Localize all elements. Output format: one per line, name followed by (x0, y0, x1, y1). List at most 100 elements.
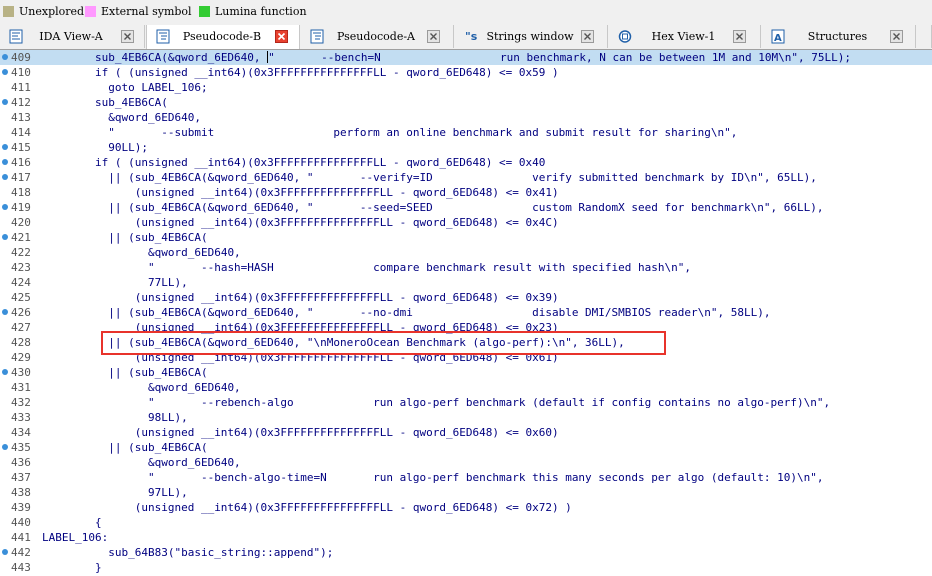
code-line[interactable]: 417 || (sub_4EB6CA(&qword_6ED640, " --ve… (0, 170, 932, 185)
code-text: &qword_6ED640, (42, 455, 241, 470)
breakpoint-dot-icon[interactable] (2, 204, 8, 210)
close-icon[interactable] (427, 30, 440, 43)
code-content: " --submit perform an online benchmark a… (108, 126, 738, 139)
code-line[interactable]: 423 " --hash=HASH compare benchmark resu… (0, 260, 932, 275)
code-line[interactable]: 431 &qword_6ED640, (0, 380, 932, 395)
breakpoint-dot-icon[interactable] (2, 174, 8, 180)
code-line[interactable]: 437 " --bench-algo-time=N run algo-perf … (0, 470, 932, 485)
code-line[interactable]: 439 (unsigned __int64)(0x3FFFFFFFFFFFFFF… (0, 500, 932, 515)
breakpoint-dot-icon[interactable] (2, 444, 8, 450)
breakpoint-dot-icon[interactable] (2, 549, 8, 555)
code-line[interactable]: 409 sub_4EB6CA(&qword_6ED640, " --bench=… (0, 50, 932, 65)
code-text: " --rebench-algo run algo-perf benchmark… (42, 395, 830, 410)
code-content: goto LABEL_106; (108, 81, 208, 94)
code-line[interactable]: 436 &qword_6ED640, (0, 455, 932, 470)
breakpoint-dot-icon[interactable] (2, 69, 8, 75)
tab-pseudocode-a[interactable]: Pseudocode-A (301, 25, 454, 48)
code-text: || (sub_4EB6CA( (42, 365, 208, 380)
close-icon[interactable] (733, 30, 746, 43)
line-number: 420 (11, 216, 31, 229)
code-content: 90LL); (108, 141, 148, 154)
code-line[interactable]: 441 LABEL_106: (0, 530, 932, 545)
code-text: goto LABEL_106; (42, 80, 208, 95)
close-icon[interactable] (890, 30, 903, 43)
legend-label: Unexplored (19, 5, 85, 18)
code-text: || (sub_4EB6CA( (42, 230, 207, 245)
breakpoint-dot-icon[interactable] (2, 309, 8, 315)
code-content: sub_64B83("basic_string::append"); (108, 546, 334, 559)
code-text: 77LL), (42, 275, 188, 290)
code-line[interactable]: 426 || (sub_4EB6CA(&qword_6ED640, " --no… (0, 305, 932, 320)
breakpoint-dot-icon[interactable] (2, 369, 8, 375)
breakpoint-dot-icon[interactable] (2, 99, 8, 105)
code-text: (unsigned __int64)(0x3FFFFFFFFFFFFFFFLL … (42, 185, 559, 200)
code-line[interactable]: 425 (unsigned __int64)(0x3FFFFFFFFFFFFFF… (0, 290, 932, 305)
breakpoint-dot-icon[interactable] (2, 144, 8, 150)
tab-hex-view-1[interactable]: Hex View-1 (609, 25, 761, 48)
code-text: &qword_6ED640, (42, 245, 241, 260)
line-number: 411 (11, 81, 31, 94)
code-line[interactable]: 440 { (0, 515, 932, 530)
breakpoint-dot-icon[interactable] (2, 159, 8, 165)
close-icon[interactable] (581, 30, 594, 43)
code-content: " --rebench-algo run algo-perf benchmark… (147, 396, 831, 409)
legend-label: External symbol (101, 5, 192, 18)
tab-structures[interactable]: A Structures (762, 25, 916, 48)
line-number: 443 (11, 561, 31, 574)
code-line[interactable]: 433 98LL), (0, 410, 932, 425)
tab-ida-view-a[interactable]: IDA View-A (0, 25, 145, 48)
line-number: 421 (11, 231, 31, 244)
line-number: 434 (11, 426, 31, 439)
code-text: } (42, 560, 102, 575)
close-icon[interactable] (121, 30, 134, 43)
code-line[interactable]: 430 || (sub_4EB6CA( (0, 365, 932, 380)
code-line[interactable]: 424 77LL), (0, 275, 932, 290)
unexplored-swatch (3, 6, 14, 17)
tab-pseudocode-b[interactable]: Pseudocode-B (146, 25, 300, 49)
code-text: 98LL), (42, 410, 188, 425)
code-line[interactable]: 434 (unsigned __int64)(0x3FFFFFFFFFFFFFF… (0, 425, 932, 440)
tab-overflow[interactable] (917, 25, 932, 48)
code-line[interactable]: 411 goto LABEL_106; (0, 80, 932, 95)
code-content: (unsigned __int64)(0x3FFFFFFFFFFFFFFFLL … (134, 186, 559, 199)
breakpoint-dot-icon[interactable] (2, 54, 8, 60)
code-line[interactable]: 410 if ( (unsigned __int64)(0x3FFFFFFFFF… (0, 65, 932, 80)
close-icon[interactable] (275, 30, 288, 43)
code-line[interactable]: 414 " --submit perform an online benchma… (0, 125, 932, 140)
code-line[interactable]: 413 &qword_6ED640, (0, 110, 932, 125)
code-line[interactable]: 435 || (sub_4EB6CA( (0, 440, 932, 455)
code-line[interactable]: 418 (unsigned __int64)(0x3FFFFFFFFFFFFFF… (0, 185, 932, 200)
code-line[interactable]: 421 || (sub_4EB6CA( (0, 230, 932, 245)
code-content: || (sub_4EB6CA(&qword_6ED640, " --verify… (108, 171, 817, 184)
code-line[interactable]: 443 } (0, 560, 932, 575)
code-line[interactable]: 432 " --rebench-algo run algo-perf bench… (0, 395, 932, 410)
code-line[interactable]: 438 97LL), (0, 485, 932, 500)
breakpoint-dot-icon[interactable] (2, 234, 8, 240)
code-line[interactable]: 419 || (sub_4EB6CA(&qword_6ED640, " --se… (0, 200, 932, 215)
pseudocode-view[interactable]: 409 sub_4EB6CA(&qword_6ED640, " --bench=… (0, 50, 932, 576)
code-line[interactable]: 422 &qword_6ED640, (0, 245, 932, 260)
code-content: } (94, 561, 102, 574)
code-line[interactable]: 442 sub_64B83("basic_string::append"); (0, 545, 932, 560)
code-line[interactable]: 415 90LL); (0, 140, 932, 155)
code-line[interactable]: 416 if ( (unsigned __int64)(0x3FFFFFFFFF… (0, 155, 932, 170)
line-number: 441 (11, 531, 31, 544)
code-content: 98LL), (147, 411, 188, 424)
tab-strings-window[interactable]: "s Strings window (455, 25, 608, 48)
code-line[interactable]: 412 sub_4EB6CA( (0, 95, 932, 110)
line-number: 417 (11, 171, 31, 184)
code-line[interactable]: 420 (unsigned __int64)(0x3FFFFFFFFFFFFFF… (0, 215, 932, 230)
code-content: || (sub_4EB6CA( (108, 366, 208, 379)
